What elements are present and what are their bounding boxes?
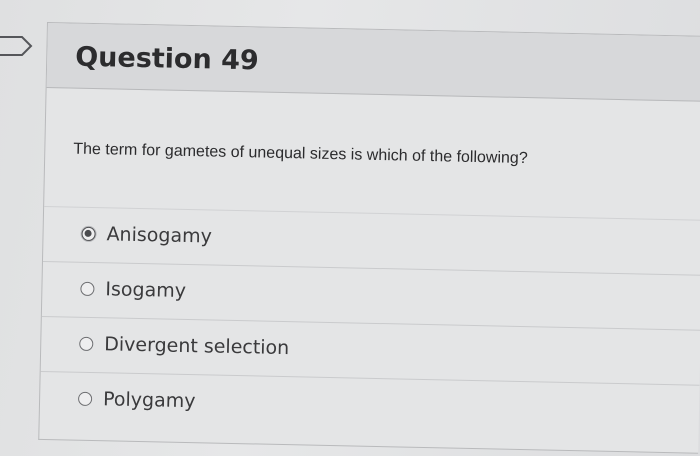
answer-label[interactable]: Polygamy xyxy=(103,388,196,412)
question-card: Question 49 The term for gametes of uneq… xyxy=(38,22,700,454)
radio-unselected-icon[interactable] xyxy=(77,391,93,407)
answer-label[interactable]: Anisogamy xyxy=(106,223,212,247)
question-title: Question 49 xyxy=(74,41,260,77)
radio-selected-icon[interactable] xyxy=(81,226,96,242)
quiz-page: Question 49 The term for gametes of uneq… xyxy=(0,0,700,456)
radio-unselected-icon[interactable] xyxy=(80,281,95,297)
answer-label[interactable]: Divergent selection xyxy=(104,333,289,359)
question-text: The term for gametes of unequal sizes is… xyxy=(73,140,528,168)
answer-label[interactable]: Isogamy xyxy=(105,278,186,302)
flag-question-icon[interactable] xyxy=(0,34,36,58)
answer-list: Anisogamy Isogamy Divergent selection Po… xyxy=(39,205,700,440)
question-header: Question 49 xyxy=(46,23,700,102)
radio-unselected-icon[interactable] xyxy=(79,336,94,352)
